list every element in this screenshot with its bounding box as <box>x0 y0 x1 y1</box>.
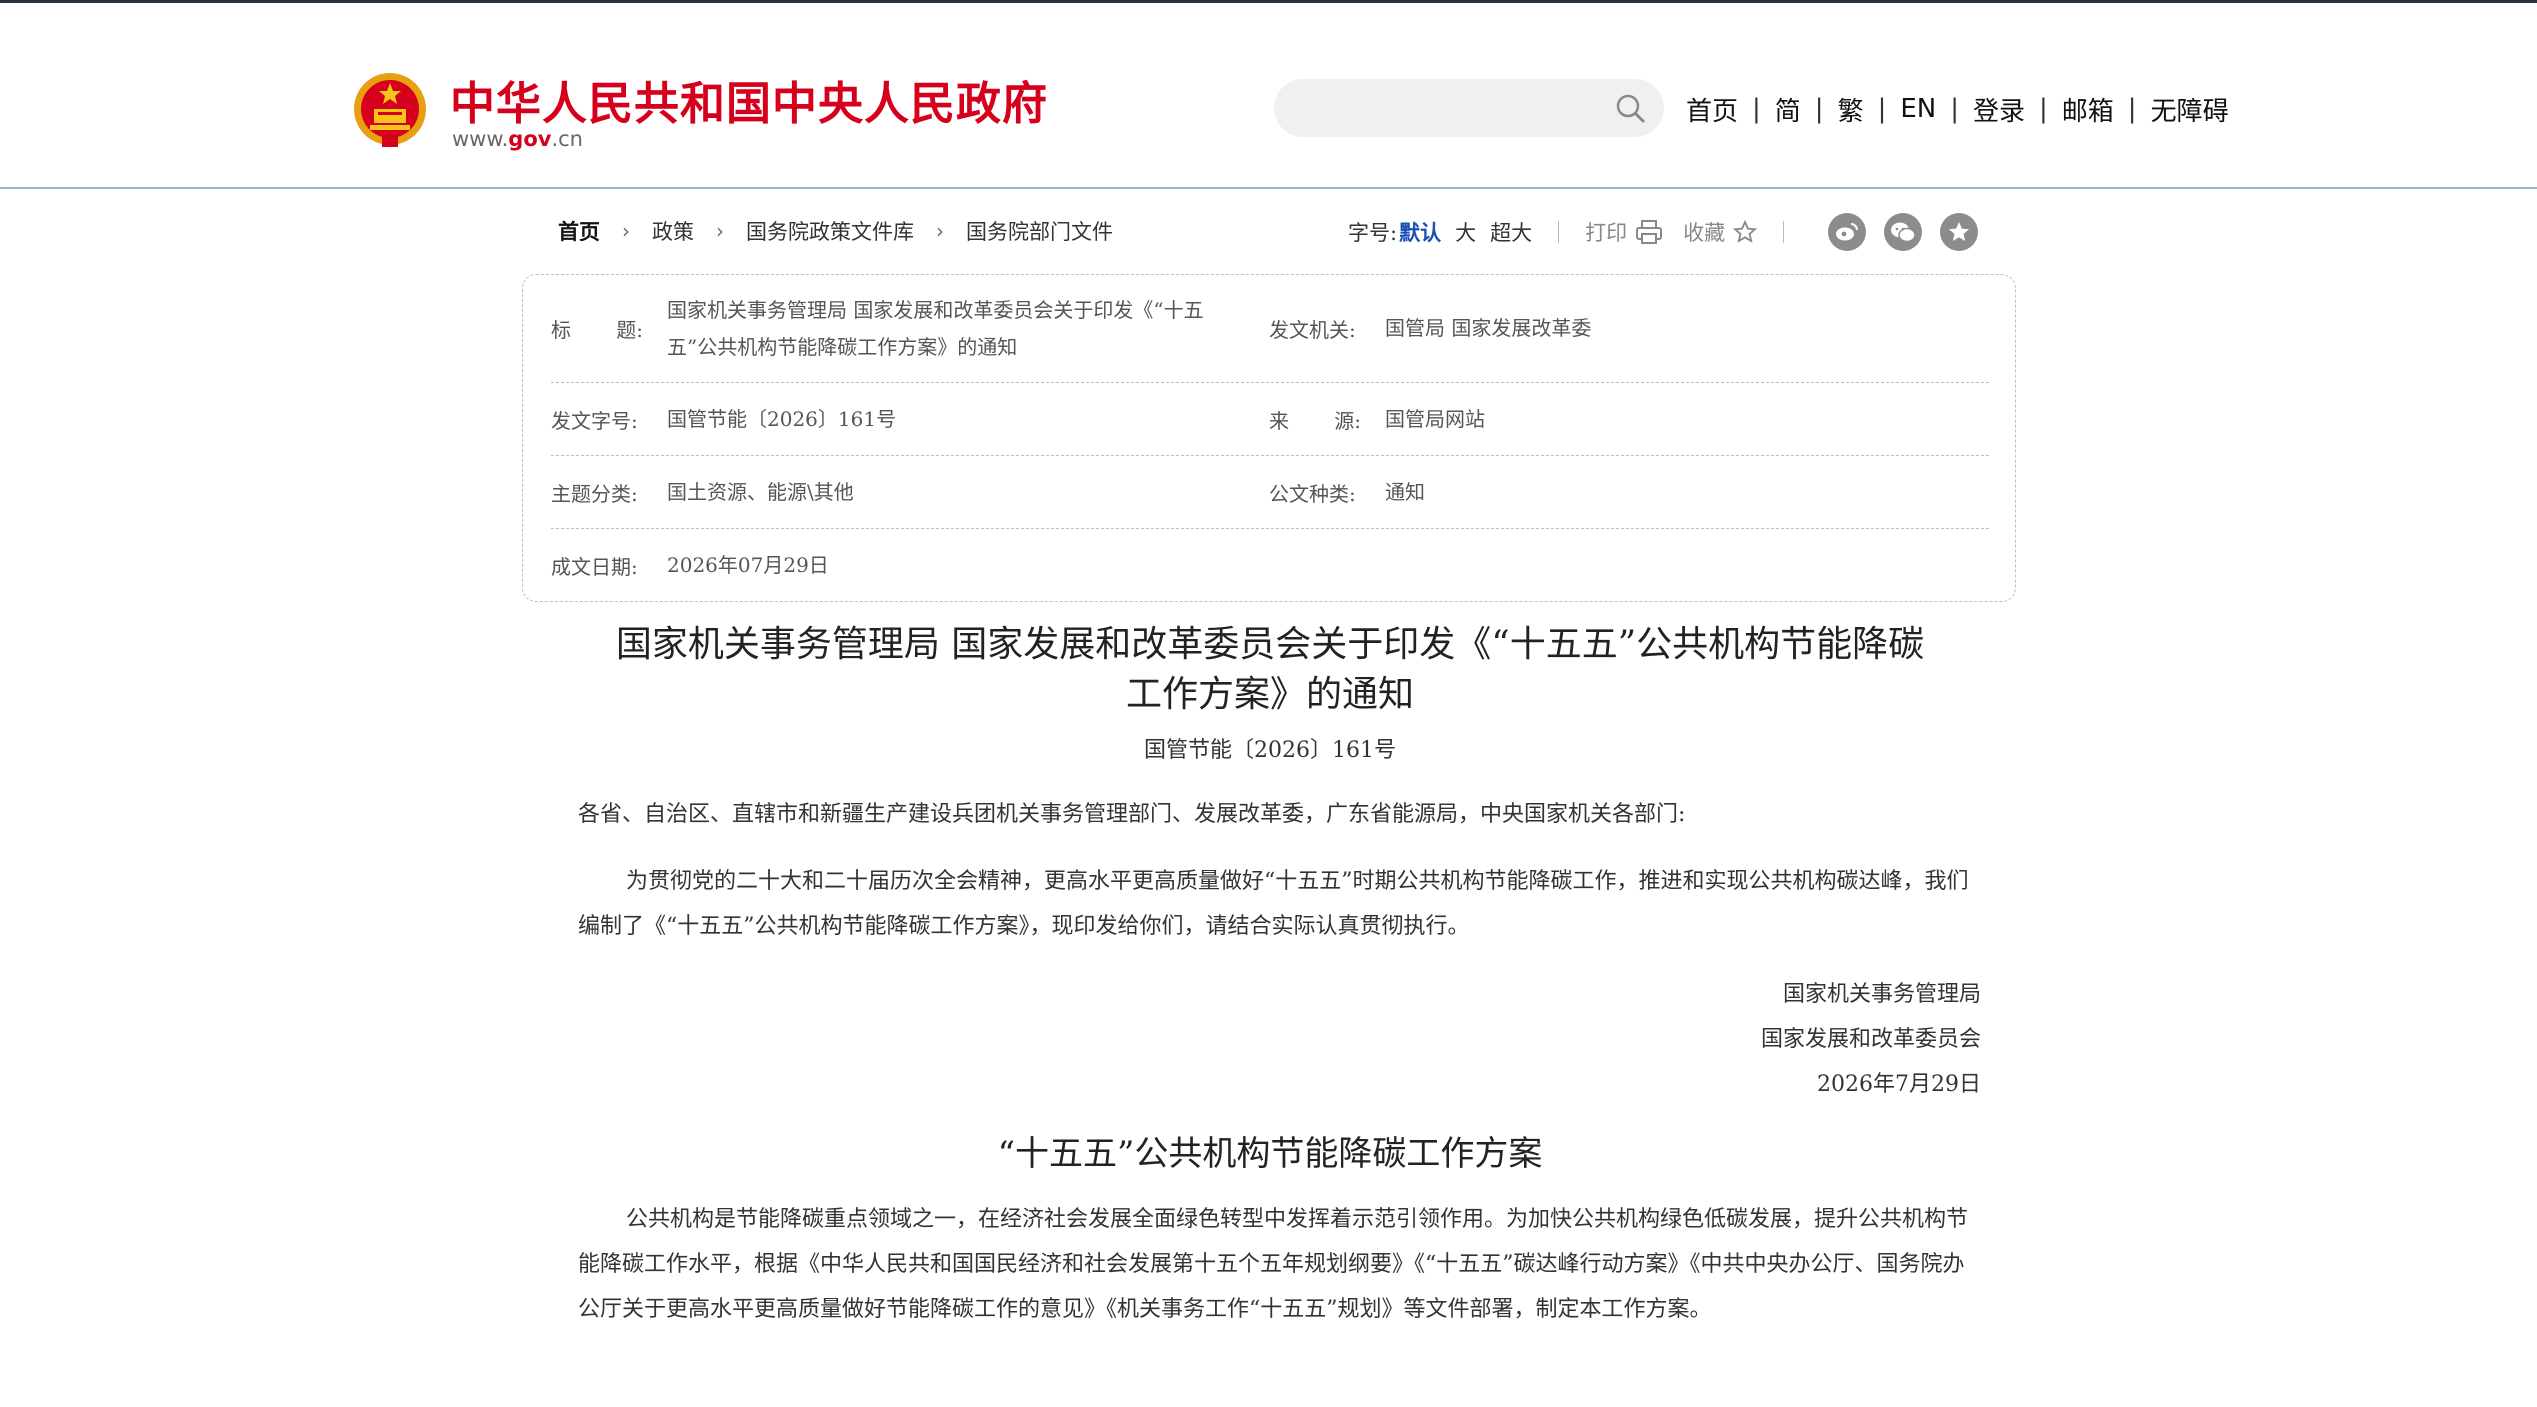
print-label[interactable]: 打印 <box>1585 217 1627 247</box>
article-tools: 字号: 默认 大 超大 打印 收藏 <box>1348 212 1979 252</box>
title-label-a: 标 <box>551 318 571 342</box>
signature-date: 2026年7月29日 <box>1817 1072 1981 1097</box>
docno-value: 国管节能〔2026〕161号 <box>667 406 897 431</box>
nav-accessibility[interactable]: 无障碍 <box>2151 91 2229 128</box>
date-label: 成文日期: <box>551 555 638 579</box>
nav-separator: | <box>1950 94 1959 124</box>
font-size-label: 字号: <box>1348 221 1398 245</box>
font-size-default[interactable]: 默认 <box>1399 217 1441 247</box>
info-row-date: 成文日期: 2026年07月29日 <box>551 529 1989 602</box>
source-label-b: 源: <box>1334 408 1361 433</box>
star-icon[interactable] <box>1733 220 1758 244</box>
nav-english[interactable]: EN <box>1900 94 1936 124</box>
nav-home[interactable]: 首页 <box>1686 91 1738 128</box>
url-prefix: www. <box>452 127 509 151</box>
salutation: 各省、自治区、直辖市和新疆生产建设兵团机关事务管理部门、发展改革委，广东省能源局… <box>578 802 1686 827</box>
title-label-b: 题: <box>616 318 643 342</box>
signature-1: 国家机关事务管理局 <box>1782 982 1981 1007</box>
url-domain: gov <box>508 127 552 151</box>
info-issuer-cell: 发文机关: 国管局 国家发展改革委 <box>1269 275 1969 382</box>
chevron-right-icon: › <box>622 219 630 243</box>
topic-value: 国土资源、能源\其他 <box>667 479 854 504</box>
title-value: 国家机关事务管理局 国家发展和改革委员会关于印发《“十五 五”公共机构节能降碳工作… <box>667 292 1297 366</box>
nav-mailbox[interactable]: 邮箱 <box>2062 91 2114 128</box>
info-type-cell: 公文种类: 通知 <box>1269 456 1969 528</box>
breadcrumb-department-docs[interactable]: 国务院部门文件 <box>966 216 1113 246</box>
article-title-line2: 工作方案》的通知 <box>1125 674 1414 715</box>
paragraph-intro: 为贯彻党的二十大和二十届历次全会精神，更高水平更高质量做好“十五五”时期公共机构… <box>578 869 1969 939</box>
title-value-line1: 国家机关事务管理局 国家发展和改革委员会关于印发《“十五 <box>667 297 1204 322</box>
info-row-docno: 发文字号: 国管节能〔2026〕161号 来 源: 国管局网站 <box>551 383 1989 456</box>
favorite-label[interactable]: 收藏 <box>1683 217 1725 247</box>
nav-separator: | <box>1752 94 1761 124</box>
breadcrumb-library[interactable]: 国务院政策文件库 <box>746 216 914 246</box>
top-nav: 首页 | 简 | 繁 | EN | 登录 | 邮箱 | 无障碍 <box>1686 91 2229 127</box>
nav-separator: | <box>2127 94 2137 124</box>
topic-label: 主题分类: <box>551 481 638 506</box>
chevron-right-icon: › <box>716 219 724 243</box>
nav-login[interactable]: 登录 <box>1973 91 2025 128</box>
type-value: 通知 <box>1385 479 1425 504</box>
breadcrumb-policy[interactable]: 政策 <box>652 216 694 246</box>
info-docno-cell: 发文字号: 国管节能〔2026〕161号 <box>551 383 1251 455</box>
breadcrumb-home[interactable]: 首页 <box>558 216 600 246</box>
font-size-xlarge[interactable]: 超大 <box>1490 217 1532 247</box>
search-input[interactable] <box>1298 87 1598 129</box>
plan-title: “十五五”公共机构节能降碳工作方案 <box>997 1134 1543 1174</box>
national-emblem-icon[interactable] <box>352 69 428 151</box>
info-row-title: 标 题: 国家机关事务管理局 国家发展和改革委员会关于印发《“十五 五”公共机构节能… <box>551 275 1989 383</box>
search-icon[interactable] <box>1614 92 1646 124</box>
site-header: 中华人民共和国中央人民政府 www.gov.cn 首页 | 简 | 繁 | EN… <box>0 3 2537 189</box>
chevron-right-icon: › <box>936 219 944 243</box>
nav-separator: | <box>2039 94 2048 124</box>
paragraph-plan: 公共机构是节能降碳重点领域之一，在经济社会发展全面绿色转型中发挥着示范引领作用。… <box>578 1207 1969 1322</box>
nav-separator: | <box>1814 94 1824 124</box>
info-row-topic: 主题分类: 国土资源、能源\其他 公文种类: 通知 <box>551 456 1989 529</box>
issuer-value: 国管局 国家发展改革委 <box>1385 316 1592 340</box>
nav-simplified[interactable]: 简 <box>1775 91 1801 128</box>
info-source-cell: 来 源: 国管局网站 <box>1269 383 1969 455</box>
divider <box>1558 221 1560 243</box>
info-date-cell: 成文日期: 2026年07月29日 <box>551 529 1251 602</box>
info-title-cell: 标 题: 国家机关事务管理局 国家发展和改革委员会关于印发《“十五 五”公共机构节能… <box>551 275 1301 382</box>
source-label-a: 来 <box>1269 408 1289 433</box>
qzone-icon[interactable] <box>1940 213 1979 251</box>
article-title: 国家机关事务管理局 国家发展和改革委员会关于印发《“十五五”公共机构节能降碳 工… <box>560 620 1980 720</box>
article-doc-number: 国管节能〔2026〕161号 <box>1144 738 1396 763</box>
info-topic-cell: 主题分类: 国土资源、能源\其他 <box>551 456 1251 528</box>
search-box[interactable] <box>1274 79 1664 137</box>
url-suffix: .cn <box>551 127 583 151</box>
font-size-large[interactable]: 大 <box>1455 217 1476 247</box>
docno-label: 发文字号: <box>551 408 638 433</box>
type-label: 公文种类: <box>1269 481 1356 506</box>
breadcrumb: 首页 › 政策 › 国务院政策文件库 › 国务院部门文件 <box>558 216 1113 246</box>
source-value: 国管局网站 <box>1385 406 1485 431</box>
wechat-icon[interactable] <box>1884 213 1923 251</box>
signature-2: 国家发展和改革委员会 <box>1760 1027 1981 1052</box>
site-title[interactable]: 中华人民共和国中央人民政府 <box>450 67 1048 132</box>
title-value-line2: 五”公共机构节能降碳工作方案》的通知 <box>667 334 1018 359</box>
date-value: 2026年07月29日 <box>667 553 829 577</box>
nav-traditional[interactable]: 繁 <box>1838 91 1864 128</box>
print-icon[interactable] <box>1635 219 1663 245</box>
issuer-label: 发文机关: <box>1269 318 1356 342</box>
source-label: 来 源: <box>1269 405 1361 434</box>
divider <box>1783 221 1785 243</box>
document-info-box: 标 题: 国家机关事务管理局 国家发展和改革委员会关于印发《“十五 五”公共机构节能… <box>522 274 2016 602</box>
weibo-icon[interactable] <box>1828 213 1867 251</box>
title-label: 标 题: <box>551 314 643 343</box>
article-title-line1: 国家机关事务管理局 国家发展和改革委员会关于印发《“十五五”公共机构节能降碳 <box>615 624 1925 665</box>
nav-separator: | <box>1877 94 1887 124</box>
site-url: www.gov.cn <box>452 127 583 151</box>
